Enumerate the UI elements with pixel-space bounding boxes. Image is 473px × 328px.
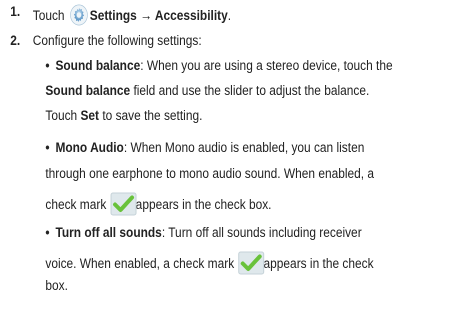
setting-term: Sound balance bbox=[55, 58, 141, 74]
set-label: Set bbox=[80, 108, 100, 124]
settings-path: Settings → Accessibility bbox=[89, 8, 228, 24]
step-text: Configure the following settings: bbox=[32, 33, 202, 49]
bullet-symbol: • bbox=[45, 58, 50, 74]
check-mark-icon bbox=[238, 251, 264, 275]
step-text: Touch bbox=[32, 8, 65, 24]
settings-gear-icon bbox=[70, 4, 88, 26]
check-mark-icon bbox=[110, 192, 137, 216]
step-number: 2. bbox=[10, 33, 21, 49]
setting-term-inline: Sound balance bbox=[45, 83, 131, 99]
document: 1. Touch Settings → Accessibility. 2. Co… bbox=[0, 0, 473, 328]
bullet-symbol: • bbox=[45, 140, 50, 156]
setting-term: Mono Audio bbox=[55, 140, 124, 156]
step-number: 1. bbox=[10, 4, 21, 20]
setting-term: Turn off all sounds bbox=[55, 225, 162, 241]
bullet-symbol: • bbox=[45, 225, 50, 241]
